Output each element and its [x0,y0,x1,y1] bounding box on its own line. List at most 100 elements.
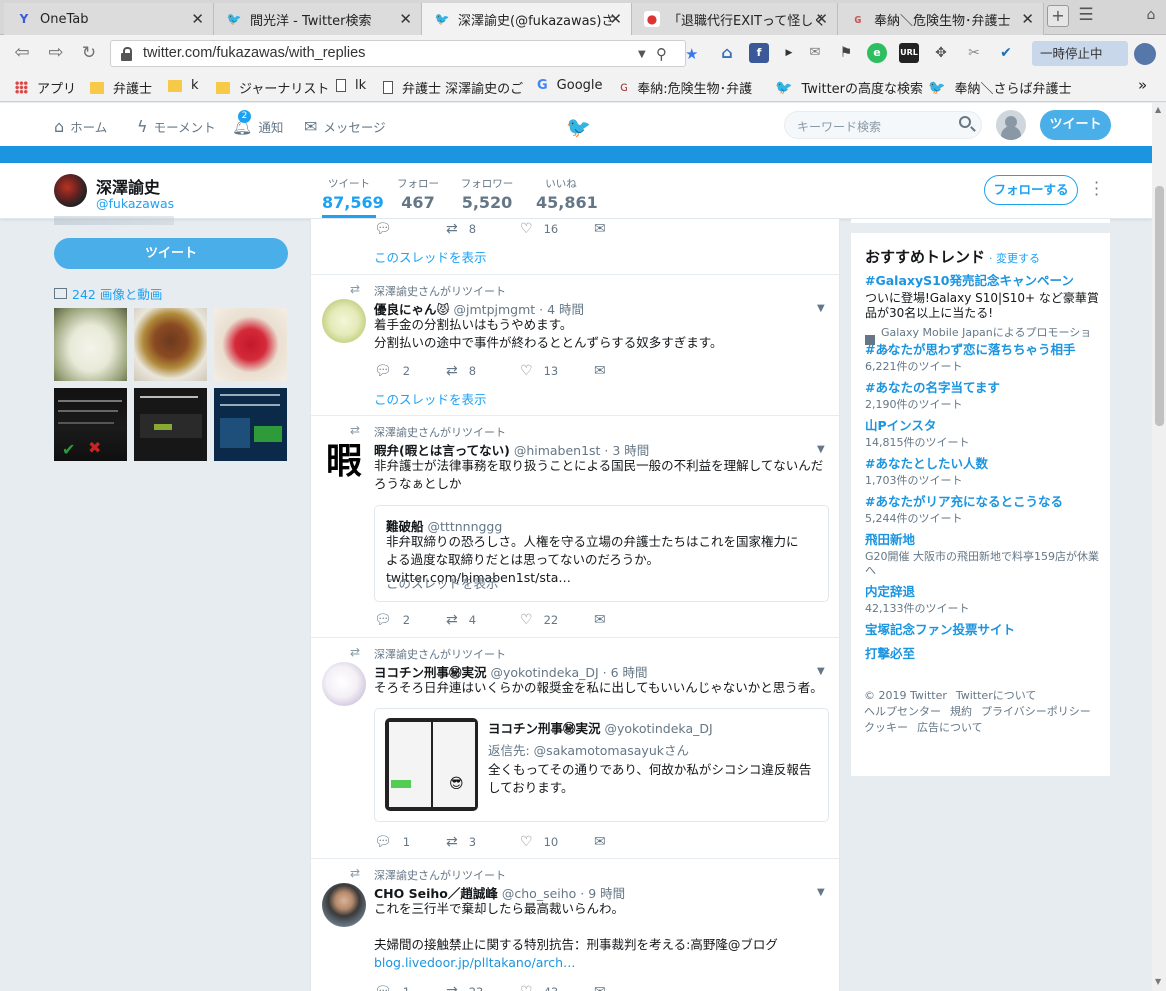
bookmark-lk[interactable]: lk [336,78,366,93]
reply-button[interactable]: 💬︎1 [374,834,410,850]
reply-button[interactable]: 💬︎1 [374,984,410,991]
page-scrollbar[interactable]: ▲ ▼ [1152,103,1166,991]
chevron-down-icon[interactable]: ▼ [817,666,825,677]
retweet-button[interactable]: ⇄ 3 [446,834,476,850]
move-icon[interactable]: ✥ [931,43,951,63]
show-thread-link[interactable]: このスレッドを表示 [374,247,487,266]
media-thumbnail[interactable] [134,388,207,461]
tweet-avatar[interactable]: 暇 [322,440,366,484]
footer-link[interactable]: プライバシーポリシー [981,704,1091,720]
like-button[interactable]: ♡ 22 [520,612,558,628]
scrollbar-thumb[interactable] [1155,186,1164,426]
forward-button[interactable]: ⇨ [44,43,68,63]
like-button[interactable]: ♡ 10 [520,834,558,850]
puzzle-icon[interactable]: ✂ [964,43,984,63]
dm-button[interactable]: ✉ [594,363,617,379]
media-thumbnail[interactable] [214,388,287,461]
browser-tab-onetab[interactable]: Y OneTab ✕ [4,3,214,35]
nav-home[interactable]: ⌂ ホーム [54,117,107,136]
tweet-item[interactable]: ⇄ 深澤諭史さんがリツイート 優良にゃん😾 @jmtpjmgmt · 4 時間 ▼ … [311,275,839,416]
reload-button[interactable]: ↻ [77,43,101,63]
close-icon[interactable]: ✕ [191,10,204,28]
facebook-icon[interactable]: f [749,43,769,63]
trend-item[interactable]: 宝塚記念ファン投票サイト [865,619,1101,638]
tweet-author-name[interactable]: CHO Seiho／趙誠峰 [374,886,498,901]
nav-moments[interactable]: ϟ モーメント [137,117,216,136]
profile-handle[interactable]: @fukazawas [96,196,174,211]
bookmark-apps[interactable]: アプリ [15,78,76,97]
retweet-button[interactable]: ⇄ 8 [446,221,476,237]
more-options-icon[interactable]: · · · [1094,175,1099,203]
stat-likes[interactable]: いいね 45,861 [536,176,598,212]
reply-button[interactable]: 💬︎ 2 [374,363,410,379]
check-icon[interactable]: ✔ [996,43,1016,63]
media-thumbnail[interactable]: ✔ ✖ [54,388,127,461]
chevron-down-icon[interactable]: ▼ [817,303,825,314]
search-input[interactable]: キーワード検索 [784,111,982,139]
scroll-up-icon[interactable]: ▲ [1155,105,1161,114]
account-avatar[interactable] [996,110,1026,140]
bookmark-folder-k[interactable]: k [168,78,199,93]
retweet-button[interactable]: ⇄ 8 [446,363,476,379]
profile-avatar[interactable] [54,174,87,207]
bookmark-fukazawa[interactable]: 弁護士 深澤諭史のご [383,78,523,97]
tweet-author-name[interactable]: 優良にゃん😾 [374,302,450,317]
browser-tab-exit[interactable]: ● 「退職代行EXITって怪しく ✕ [632,3,838,35]
bookmark-google[interactable]: G Google [537,78,603,93]
follow-button[interactable]: フォローする [984,175,1078,205]
bookmark-twitter-search[interactable]: 🐦 Twitterの高度な検索 [775,78,923,98]
tab-list-icon[interactable]: ☰ [1075,5,1097,27]
dm-button[interactable]: ✉ [594,612,617,628]
stat-tweets[interactable]: ツイート 87,569 [322,176,384,212]
trend-item[interactable]: #あなたの名字当てます 2,190件のツイート [865,377,1101,412]
profile-name[interactable]: 深澤諭史 [96,174,160,198]
trend-item[interactable]: #あなたがリア充になるとこうなる 5,244件のツイート [865,491,1101,526]
trend-item[interactable]: 打撃必至 [865,643,1101,662]
zoom-icon[interactable]: ⚲ [656,45,667,63]
tweet-item[interactable]: ⇄ 深澤諭史さんがリツイート ヨコチン刑事㊙実況 @yokotindeka_DJ ·… [311,638,839,859]
tweet-avatar[interactable] [322,883,366,927]
bookmarks-overflow-button[interactable]: » [1138,76,1147,94]
bookmark-folder-bengoshi[interactable]: 弁護士 [90,78,152,97]
trend-item[interactable]: 山Pインスタ 14,815件のツイート [865,415,1101,450]
tweet-author-name[interactable]: 暇弁(暇とは言ってない) [374,443,510,458]
show-thread-link[interactable]: このスレッドを表示 [374,389,487,408]
chevron-down-icon[interactable]: ▼ [817,887,825,898]
media-thumbnail[interactable] [134,308,207,381]
mail-icon[interactable]: ✉ [805,43,825,63]
browser-tab-profile[interactable]: 🐦 深澤諭史(@fukazawas)さ ✕ [422,3,632,36]
sync-paused-button[interactable]: 一時停止中 [1032,41,1128,66]
media-thumbnail[interactable] [214,308,287,381]
browser-tab-search[interactable]: 🐦 間光洋 - Twitter検索 ✕ [214,3,422,35]
reply-button[interactable]: 💬︎ [374,221,403,237]
close-icon[interactable]: ✕ [1021,10,1034,28]
quote-show-thread[interactable]: このスレッドを表示 [386,573,499,592]
twitter-logo-icon[interactable]: 🐦 [566,115,591,139]
footer-link[interactable]: 規約 [950,704,972,720]
dm-button[interactable]: ✉ [594,834,617,850]
tweet-meta[interactable]: @cho_seiho · 9 時間 [502,886,625,901]
retweet-button[interactable]: ⇄ 4 [446,612,476,628]
nav-messages[interactable]: ✉ メッセージ [304,117,386,136]
compose-tweet-button[interactable]: ツイート [1040,110,1111,140]
play-icon[interactable]: ▶ [779,43,799,63]
reply-button[interactable]: 💬︎ 2 [374,612,410,628]
trends-change-link[interactable]: · 変更する [989,252,1040,265]
dropdown-icon[interactable]: ▼ [638,49,646,60]
bookmark-sayonara[interactable]: 🐦 奉納＼さらば弁護士 [928,78,1071,98]
close-icon[interactable]: ✕ [815,10,828,28]
quoted-tweet[interactable]: 難破船 @tttnnnggg 非弁取締りの恐ろしさ。人権を守る立場の弁護士たちはこ… [374,505,829,602]
tweet-avatar[interactable] [322,662,366,706]
evernote-icon[interactable]: e [867,43,887,63]
tweet-link[interactable]: blog.livedoor.jp/plltakano/arch… [374,954,832,972]
footer-link[interactable]: クッキー [864,720,908,736]
footer-link[interactable]: 広告について [917,720,983,736]
bookmark-star-icon[interactable]: ★ [685,45,698,63]
back-button[interactable]: ⇦ [10,43,34,63]
trend-item[interactable]: #あなたが思わず恋に落ちちゃう相手 6,221件のツイート [865,339,1101,374]
footer-link[interactable]: Twitterについて [956,688,1037,704]
url-shortener-icon[interactable]: URL [899,43,919,63]
new-tab-button[interactable]: + [1047,5,1069,27]
bookmark-icon[interactable]: ⚑ [836,43,856,63]
avatar-icon[interactable] [1134,43,1156,65]
